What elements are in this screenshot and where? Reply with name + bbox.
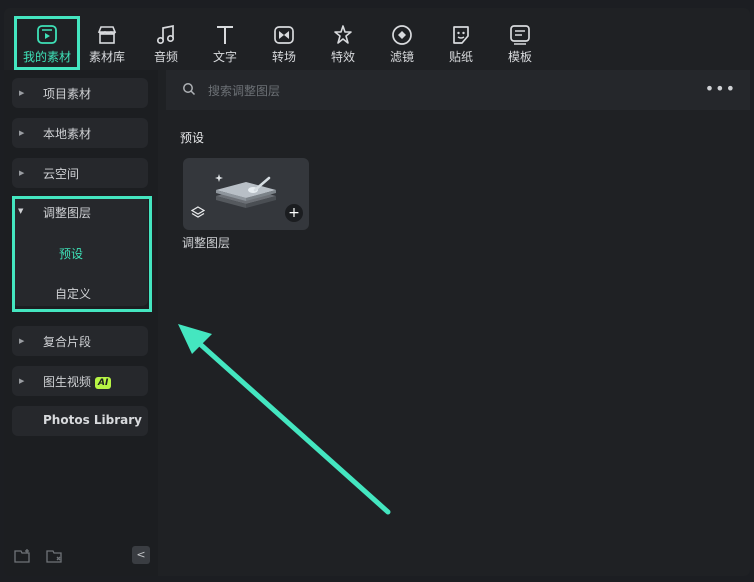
sidebar-item-project-media[interactable]: ▶ 项目素材: [12, 78, 148, 108]
tab-text[interactable]: 文字: [197, 8, 253, 70]
expand-arrow-icon: ▶: [19, 169, 25, 177]
audio-icon: [154, 24, 178, 46]
tab-transition[interactable]: 转场: [256, 8, 312, 70]
sidebar-item-label: 复合片段: [43, 335, 92, 349]
transition-icon: [272, 24, 296, 46]
main-panel: ••• 预设 + 调整图层: [166, 70, 750, 576]
collapse-sidebar-button[interactable]: <: [132, 546, 150, 564]
tab-label: 素材库: [88, 50, 125, 64]
expand-arrow-icon: ▶: [19, 337, 25, 345]
filter-icon: [390, 24, 414, 46]
tab-label: 文字: [212, 50, 237, 64]
sidebar-item-local-media[interactable]: ▶ 本地素材: [12, 118, 148, 148]
tab-label: 贴纸: [448, 50, 473, 64]
sidebar-item-label: 图生视频 AI: [43, 373, 112, 390]
sidebar-item-compound-clip[interactable]: ▶ 复合片段: [12, 326, 148, 356]
sidebar: ▶ 项目素材 ▶ 本地素材 ▶ 云空间 ▼ 调整图层 预设 自定义 ▶ 复合片段…: [4, 70, 158, 576]
tab-label: 特效: [330, 50, 355, 64]
ai-badge: AI: [95, 377, 112, 389]
adjustment-layer-thumbnail: [215, 174, 276, 208]
layers-icon: [191, 206, 205, 218]
tab-template[interactable]: 模板: [492, 8, 548, 70]
stock-media-icon: [95, 24, 119, 46]
search-icon: [183, 83, 196, 96]
tab-filter[interactable]: 滤镜: [374, 8, 430, 70]
section-title: 预设: [180, 131, 205, 145]
tab-effects[interactable]: 特效: [315, 8, 371, 70]
sidebar-item-label: 本地素材: [43, 127, 92, 141]
sidebar-item-image-to-video[interactable]: ▶ 图生视频 AI: [12, 366, 148, 396]
expand-arrow-icon: ▶: [19, 89, 25, 97]
tab-label: 转场: [271, 50, 296, 64]
effects-icon: [331, 24, 355, 46]
tab-label: 音频: [153, 50, 178, 64]
expand-arrow-icon: ▶: [19, 377, 25, 385]
sticker-icon: [449, 24, 473, 46]
preset-card[interactable]: +: [183, 158, 309, 230]
group-highlight-box: [12, 196, 152, 312]
tab-label: 模板: [507, 50, 532, 64]
tab-sticker[interactable]: 贴纸: [433, 8, 489, 70]
search-input[interactable]: [206, 81, 510, 101]
expand-arrow-icon: ▶: [19, 129, 25, 137]
tab-highlight-box: [14, 16, 80, 70]
sidebar-item-photos-library[interactable]: Photos Library: [12, 406, 148, 436]
search-bar: •••: [166, 70, 750, 110]
sidebar-item-label: 项目素材: [43, 87, 92, 101]
tab-audio[interactable]: 音频: [138, 8, 194, 70]
more-options-button[interactable]: •••: [705, 81, 736, 97]
template-icon: [508, 24, 532, 46]
tab-label: 滤镜: [389, 50, 414, 64]
sidebar-item-label: 云空间: [43, 167, 80, 181]
new-folder-icon[interactable]: [14, 548, 32, 564]
app-window: 我的素材 素材库 音频 文字 转场 特效 滤镜 贴纸 模板 ▶ 项目素材 ▶ 本…: [4, 8, 750, 576]
sidebar-item-text: 图生视频: [43, 375, 92, 389]
tab-stock-media[interactable]: 素材库: [79, 8, 135, 70]
add-button[interactable]: +: [285, 204, 303, 222]
card-label: 调整图层: [182, 236, 231, 250]
top-toolbar: 我的素材 素材库 音频 文字 转场 特效 滤镜 贴纸 模板: [4, 8, 750, 70]
delete-folder-icon[interactable]: [46, 548, 64, 564]
text-icon: [213, 24, 237, 46]
sidebar-item-label: Photos Library: [43, 413, 142, 427]
sidebar-item-cloud[interactable]: ▶ 云空间: [12, 158, 148, 188]
